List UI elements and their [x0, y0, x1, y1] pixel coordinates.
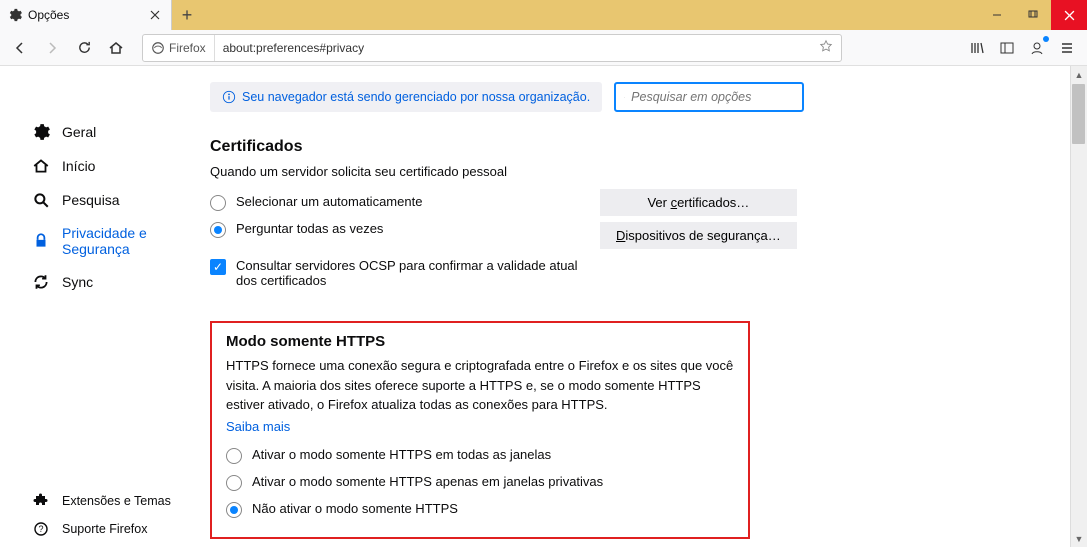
- window-controls: [979, 0, 1087, 30]
- checkbox-label: Consultar servidores OCSP para confirmar…: [236, 258, 580, 288]
- scroll-up-button[interactable]: ▲: [1071, 66, 1087, 83]
- radio-select-auto[interactable]: [210, 195, 226, 211]
- sidebar-item-extensions[interactable]: Extensões e Temas: [24, 487, 194, 515]
- sidebar-item-support[interactable]: ? Suporte Firefox: [24, 515, 194, 543]
- preferences-sidebar: Geral Início Pesquisa Privacidade e Segu…: [0, 66, 190, 547]
- new-tab-button[interactable]: +: [172, 0, 202, 30]
- learn-more-link[interactable]: Saiba mais: [226, 419, 290, 434]
- certificates-heading: Certificados: [210, 138, 1047, 156]
- sidebar-item-label: Privacidade e Segurança: [62, 225, 182, 257]
- sidebar-toggle-button[interactable]: [993, 34, 1021, 62]
- home-button[interactable]: [102, 34, 130, 62]
- vertical-scrollbar[interactable]: ▲ ▼: [1070, 66, 1087, 547]
- sidebar-bottom: Extensões e Temas ? Suporte Firefox: [24, 487, 194, 543]
- firefox-icon: [151, 41, 165, 55]
- managed-banner: Seu navegador está sendo gerenciado por …: [210, 82, 602, 112]
- lock-icon: [32, 232, 50, 250]
- sidebar-item-privacy[interactable]: Privacidade e Segurança: [24, 218, 190, 264]
- radio-https-private[interactable]: [226, 475, 242, 491]
- content-area: Geral Início Pesquisa Privacidade e Segu…: [0, 66, 1087, 547]
- https-only-section: Modo somente HTTPS HTTPS fornece uma con…: [210, 321, 750, 539]
- identity-label: Firefox: [169, 41, 206, 55]
- radio-label: Ativar o modo somente HTTPS apenas em ja…: [252, 474, 603, 489]
- url-text: about:preferences#privacy: [215, 41, 811, 55]
- help-icon: ?: [32, 520, 50, 538]
- main-pane: Seu navegador está sendo gerenciado por …: [190, 66, 1087, 547]
- close-window-button[interactable]: [1051, 0, 1087, 30]
- bookmark-star-icon[interactable]: [811, 39, 841, 56]
- gear-icon: [8, 8, 22, 22]
- security-devices-button[interactable]: Dispositivos de segurança…: [600, 222, 797, 249]
- view-certificates-button[interactable]: Ver certificados…: [600, 189, 797, 216]
- checkbox-ocsp[interactable]: [210, 259, 226, 275]
- minimize-button[interactable]: [979, 0, 1015, 30]
- radio-label: Não ativar o modo somente HTTPS: [252, 501, 458, 516]
- sidebar-item-label: Extensões e Temas: [62, 494, 171, 508]
- identity-box[interactable]: Firefox: [143, 35, 215, 61]
- sidebar-item-label: Suporte Firefox: [62, 522, 147, 536]
- sidebar-item-home[interactable]: Início: [24, 150, 190, 182]
- back-button[interactable]: [6, 34, 34, 62]
- reload-button[interactable]: [70, 34, 98, 62]
- toolbar: Firefox about:preferences#privacy: [0, 30, 1087, 66]
- radio-https-off[interactable]: [226, 502, 242, 518]
- sidebar-item-sync[interactable]: Sync: [24, 266, 190, 298]
- library-button[interactable]: [963, 34, 991, 62]
- preferences-search[interactable]: [614, 82, 804, 112]
- url-bar[interactable]: Firefox about:preferences#privacy: [142, 34, 842, 62]
- sidebar-item-label: Início: [62, 158, 95, 174]
- certificates-subtitle: Quando um servidor solicita seu certific…: [210, 164, 1047, 179]
- managed-link[interactable]: Seu navegador está sendo gerenciado por …: [242, 90, 590, 104]
- radio-label: Selecionar um automaticamente: [236, 194, 422, 209]
- https-description: HTTPS fornece uma conexão segura e cript…: [226, 356, 734, 415]
- sidebar-item-label: Sync: [62, 274, 93, 290]
- search-icon: [624, 91, 625, 104]
- close-tab-icon[interactable]: [147, 7, 163, 23]
- radio-https-all[interactable]: [226, 448, 242, 464]
- puzzle-icon: [32, 492, 50, 510]
- account-button[interactable]: [1023, 34, 1051, 62]
- search-icon: [32, 191, 50, 209]
- radio-label: Perguntar todas as vezes: [236, 221, 383, 236]
- sync-icon: [32, 273, 50, 291]
- radio-label: Ativar o modo somente HTTPS em todas as …: [252, 447, 551, 462]
- search-input[interactable]: [631, 90, 794, 104]
- browser-tab[interactable]: Opções: [0, 0, 172, 30]
- scroll-thumb[interactable]: [1072, 84, 1085, 144]
- sidebar-item-label: Pesquisa: [62, 192, 120, 208]
- sidebar-item-search[interactable]: Pesquisa: [24, 184, 190, 216]
- sidebar-item-label: Geral: [62, 124, 96, 140]
- sidebar-item-general[interactable]: Geral: [24, 116, 190, 148]
- info-icon: [222, 90, 236, 104]
- scroll-down-button[interactable]: ▼: [1071, 530, 1087, 547]
- gear-icon: [32, 123, 50, 141]
- maximize-button[interactable]: [1015, 0, 1051, 30]
- titlebar: Opções +: [0, 0, 1087, 30]
- tab-title: Opções: [28, 8, 141, 22]
- app-menu-button[interactable]: [1053, 34, 1081, 62]
- https-heading: Modo somente HTTPS: [226, 333, 734, 350]
- svg-text:?: ?: [38, 524, 43, 534]
- home-icon: [32, 157, 50, 175]
- forward-button[interactable]: [38, 34, 66, 62]
- radio-ask-every-time[interactable]: [210, 222, 226, 238]
